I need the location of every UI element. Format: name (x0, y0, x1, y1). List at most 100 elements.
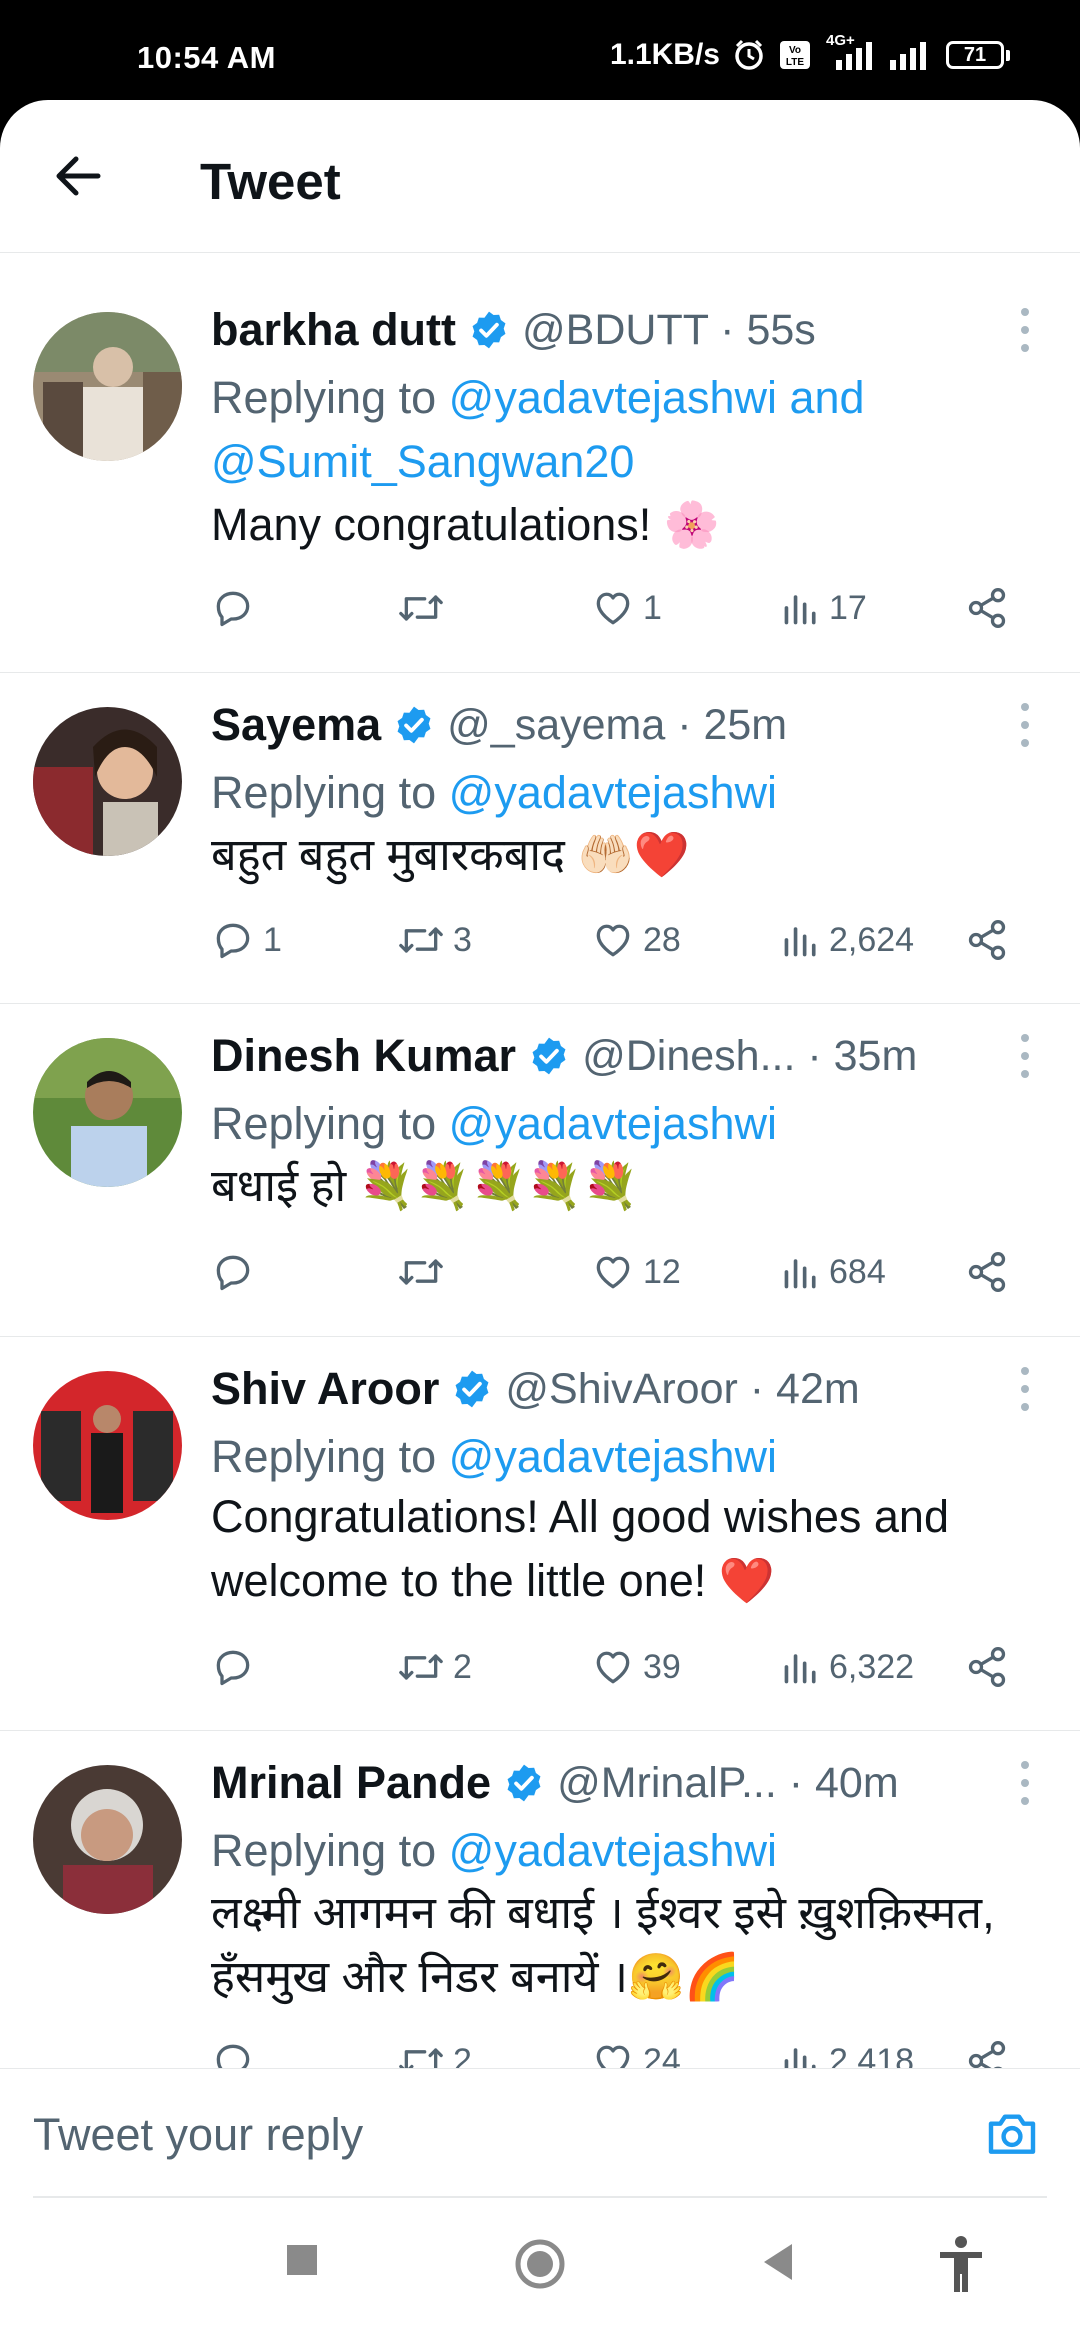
reply-button[interactable] (211, 1242, 263, 1302)
more-options-icon[interactable] (1015, 1365, 1035, 1413)
like-button[interactable]: 28 (591, 910, 681, 970)
avatar[interactable] (33, 1371, 182, 1520)
alarm-icon (735, 39, 763, 70)
replying-to: Replying to @yadavtejashwi and @Sumit_Sa… (211, 372, 865, 487)
author-name[interactable]: Shiv Aroor (211, 1363, 439, 1415)
network-type: 4G+ (824, 32, 876, 70)
share-button[interactable] (965, 578, 1017, 638)
share-button[interactable] (965, 1242, 1017, 1302)
home-icon[interactable] (512, 2236, 568, 2292)
app-window: Tweet barkha dutt @BDUTT · 55s Replying … (0, 100, 1080, 2340)
battery-icon: 71 (946, 41, 1010, 69)
camera-icon[interactable] (984, 2105, 1040, 2161)
avatar[interactable] (33, 1765, 182, 1914)
share-icon (968, 1252, 1006, 1292)
replying-to: Replying to @yadavtejashwi (211, 767, 777, 818)
retweet-icon (399, 1259, 443, 1285)
more-options-icon[interactable] (1015, 306, 1035, 354)
network-speed: 1.1KB/s (609, 38, 720, 71)
avatar[interactable] (33, 312, 182, 461)
action-bar: 2 39 6,322 (211, 1637, 1036, 1697)
retweet-icon (399, 1654, 443, 1680)
back-nav-icon[interactable] (758, 2240, 798, 2284)
replying-to: Replying to @yadavtejashwi (211, 1431, 777, 1482)
more-options-icon[interactable] (1015, 1032, 1035, 1080)
mention-link[interactable]: @yadavtejashwi (449, 1098, 777, 1149)
share-icon (968, 920, 1006, 960)
status-icons: 1.1KB/s Vo LTE 4G+ 71 (609, 32, 1010, 72)
mention-link[interactable]: @yadavtejashwi (449, 1825, 777, 1876)
back-button[interactable] (48, 146, 108, 206)
heart-icon (596, 924, 630, 957)
retweet-button[interactable] (397, 1242, 453, 1302)
retweet-button[interactable]: 3 (397, 910, 472, 970)
verified-badge-icon (472, 311, 506, 349)
reply-icon (216, 1255, 250, 1291)
verified-badge-icon (397, 706, 431, 744)
share-button[interactable] (965, 910, 1017, 970)
tweet-text: बधाई हो 💐💐💐💐💐 (211, 1160, 639, 1211)
action-bar: 12 684 (211, 1242, 1036, 1302)
share-icon (968, 1647, 1006, 1687)
reply-button[interactable] (211, 578, 263, 638)
more-options-icon[interactable] (1015, 701, 1035, 749)
more-options-icon[interactable] (1015, 1759, 1035, 1807)
author-name[interactable]: Sayema (211, 699, 381, 751)
reply-composer: Tweet your reply (0, 2068, 1080, 2199)
verified-badge-icon (455, 1370, 489, 1408)
tweet-text: लक्ष्मी आगमन की बधाई । ईश्वर इसे ख़ुशक़ि… (211, 1887, 995, 2002)
tweet-text: Many congratulations! 🌸 (211, 499, 720, 550)
handle-and-time: @ShivAroor · 42m (505, 1364, 860, 1413)
status-bar: 10:54 AM 1.1KB/s Vo LTE 4G+ 71 (0, 0, 1080, 100)
action-bar: 1 3 28 2,624 (211, 910, 1036, 970)
handle-and-time: @Dinesh... · 35m (582, 1031, 918, 1080)
retweet-button[interactable] (397, 578, 453, 638)
like-button[interactable]: 1 (591, 578, 662, 638)
reply-icon (216, 591, 250, 627)
author-name[interactable]: Mrinal Pande (211, 1757, 491, 1809)
retweet-icon (399, 595, 443, 621)
page-title: Tweet (200, 153, 341, 210)
views-button[interactable]: 684 (781, 1242, 886, 1302)
author-name[interactable]: Dinesh Kumar (211, 1030, 516, 1082)
views-button[interactable]: 2,624 (781, 910, 914, 970)
retweet-button[interactable]: 2 (397, 1637, 472, 1697)
tweet-reply[interactable]: Sayema @_sayema · 25m Replying to @yadav… (0, 673, 1080, 1004)
verified-badge-icon (532, 1037, 566, 1075)
tweet-reply[interactable]: Shiv Aroor @ShivAroor · 42m Replying to … (0, 1337, 1080, 1731)
signal-icon-2 (890, 42, 926, 70)
tweet-header: Dinesh Kumar @Dinesh... · 35m (211, 1024, 1040, 1088)
author-name[interactable]: barkha dutt (211, 304, 456, 356)
reply-icon (216, 923, 250, 959)
mention-link[interactable]: @yadavtejashwi (449, 767, 777, 818)
avatar[interactable] (33, 1038, 182, 1187)
heart-icon (596, 1256, 630, 1289)
views-icon (784, 927, 816, 957)
mention-link[interactable]: @yadavtejashwi (449, 1431, 777, 1482)
like-button[interactable]: 12 (591, 1242, 681, 1302)
share-button[interactable] (965, 1637, 1017, 1697)
views-button[interactable]: 6,322 (781, 1637, 914, 1697)
tweet-header: Shiv Aroor @ShivAroor · 42m (211, 1357, 1040, 1421)
arrow-left-icon (56, 156, 101, 196)
handle-and-time: @_sayema · 25m (447, 700, 788, 749)
tweet-reply[interactable]: barkha dutt @BDUTT · 55s Replying to @ya… (0, 278, 1080, 673)
replies-feed[interactable]: barkha dutt @BDUTT · 55s Replying to @ya… (0, 268, 1080, 2168)
like-button[interactable]: 39 (591, 1637, 681, 1697)
replying-to: Replying to @yadavtejashwi (211, 1825, 777, 1876)
avatar[interactable] (33, 707, 182, 856)
views-icon (784, 1259, 816, 1289)
tweet-header: Sayema @_sayema · 25m (211, 693, 1040, 757)
views-icon (784, 1654, 816, 1684)
tweet-reply[interactable]: Dinesh Kumar @Dinesh... · 35m Replying t… (0, 1004, 1080, 1337)
accessibility-icon[interactable] (934, 2234, 988, 2294)
reply-button[interactable]: 1 (211, 910, 282, 970)
share-icon (968, 588, 1006, 628)
reply-input[interactable]: Tweet your reply (33, 2109, 363, 2161)
reply-button[interactable] (211, 1637, 263, 1697)
views-button[interactable]: 17 (781, 578, 867, 638)
recents-icon[interactable] (282, 2240, 322, 2280)
svg-text:LTE: LTE (786, 57, 804, 68)
system-navigation-bar (0, 2200, 1080, 2340)
verified-badge-icon (507, 1764, 541, 1802)
